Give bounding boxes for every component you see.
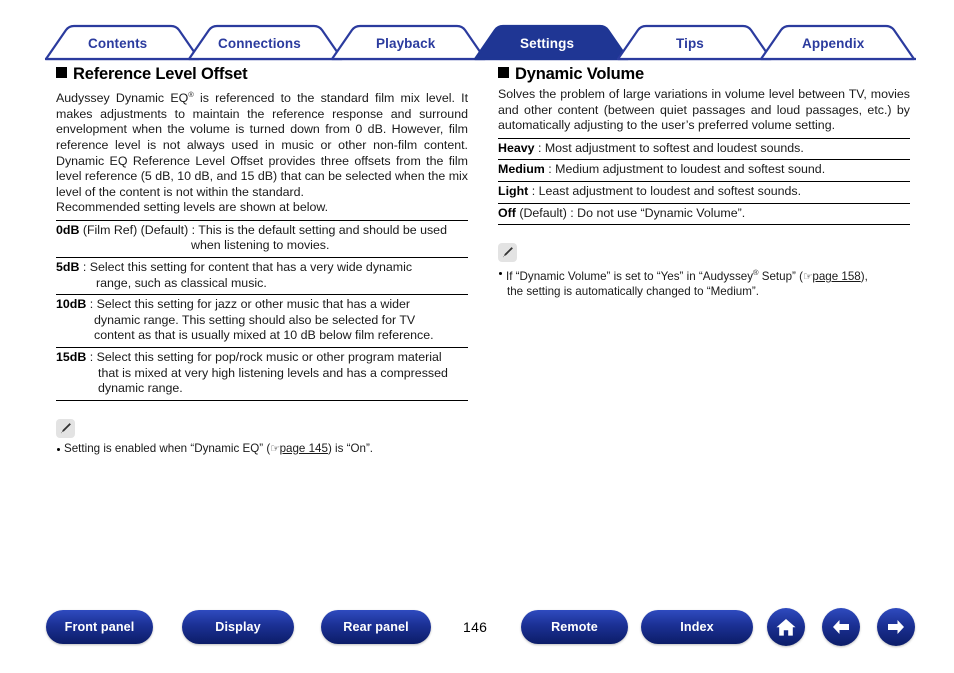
tab-label-contents[interactable]: Contents	[88, 36, 147, 51]
definition-row: 15dB : Select this setting for pop/rock …	[56, 347, 468, 401]
bottom-nav-bar: Front panel Display Rear panel 146 Remot…	[0, 606, 954, 654]
definition-row: Heavy : Most adjustment to softest and l…	[498, 137, 910, 160]
left-intro-main: Audyssey Dynamic EQ	[56, 91, 189, 106]
term-off: Off	[498, 205, 516, 220]
page-number: 146	[463, 619, 488, 635]
left-column: Reference Level Offset Audyssey Dynamic …	[56, 64, 468, 456]
bullet-icon	[499, 272, 502, 276]
term-heavy-desc: : Most adjustment to softest and loudest…	[534, 140, 804, 155]
definition-row: 10dB : Select this setting for jazz or o…	[56, 294, 468, 347]
term-medium: Medium	[498, 162, 545, 177]
bullet-icon	[57, 447, 60, 451]
tab-label-connections[interactable]: Connections	[218, 36, 301, 51]
left-note-line: Setting is enabled when “Dynamic EQ” (☞p…	[56, 442, 468, 457]
term-heavy: Heavy	[498, 140, 535, 155]
left-definition-list: 0dB (Film Ref) (Default) : This is the d…	[56, 219, 468, 401]
tab-bar: Contents Connections Playback Settings T…	[0, 0, 954, 62]
left-intro-lastline: Recommended setting levels are shown at …	[56, 200, 329, 215]
front-panel-button[interactable]: Front panel	[46, 610, 153, 644]
pencil-icon	[498, 243, 517, 263]
term-5db: 5dB	[56, 260, 80, 275]
left-intro-paragraph: Audyssey Dynamic EQ® is referenced to th…	[56, 87, 468, 216]
left-intro-rest: is referenced to the standard film mix l…	[56, 91, 469, 199]
tab-label-settings[interactable]: Settings	[520, 36, 574, 51]
remote-button[interactable]: Remote	[521, 610, 628, 644]
term-0db-line2: when listening to movies.	[191, 238, 330, 253]
term-0db-line1: (Film Ref) (Default) : This is the defau…	[79, 222, 447, 237]
term-off-desc: (Default) : Do not use “Dynamic Volume”.	[515, 205, 746, 220]
right-note-text: If “Dynamic Volume” is set to “Yes” in “…	[506, 266, 868, 284]
square-bullet-icon	[56, 67, 67, 78]
index-button[interactable]: Index	[641, 610, 753, 644]
pointing-hand-icon: ☞	[270, 442, 280, 455]
display-button[interactable]: Display	[182, 610, 294, 644]
term-15db: 15dB	[56, 350, 87, 365]
pencil-icon	[56, 418, 75, 438]
definition-row: 5dB : Select this setting for content th…	[56, 257, 468, 294]
term-15db-line2: that is mixed at very high listening lev…	[98, 365, 448, 380]
next-page-button[interactable]	[877, 608, 915, 646]
left-note-block: Setting is enabled when “Dynamic EQ” (☞p…	[56, 418, 468, 457]
definition-row: Medium : Medium adjustment to loudest an…	[498, 159, 910, 181]
right-heading-text: Dynamic Volume	[515, 65, 644, 83]
definition-row: Light : Least adjustment to loudest and …	[498, 180, 910, 203]
square-bullet-icon	[498, 67, 509, 78]
term-medium-desc: : Medium adjustment to loudest and softe…	[544, 162, 826, 177]
definition-row: Off (Default) : Do not use “Dynamic Volu…	[498, 202, 910, 226]
left-note-text: Setting is enabled when “Dynamic EQ” (☞p…	[64, 442, 373, 457]
right-note-line: If “Dynamic Volume” is set to “Yes” in “…	[498, 266, 910, 284]
page-link-145[interactable]: page 145	[280, 442, 328, 455]
tab-bar-shapes	[44, 24, 916, 61]
right-note-before: If “Dynamic Volume” is set to “Yes” in “…	[506, 270, 753, 284]
pointing-hand-icon: ☞	[803, 271, 813, 284]
rear-panel-button[interactable]: Rear panel	[321, 610, 431, 644]
tab-label-tips[interactable]: Tips	[676, 36, 704, 51]
left-section-heading: Reference Level Offset	[56, 64, 468, 84]
term-0db: 0dB	[56, 222, 80, 237]
term-15db-line3: dynamic range.	[98, 381, 183, 396]
previous-page-button[interactable]	[822, 608, 860, 646]
term-5db-line1: : Select this setting for content that h…	[79, 260, 413, 275]
definition-row: 0dB (Film Ref) (Default) : This is the d…	[56, 219, 468, 257]
right-note-line2: the setting is automatically changed to …	[507, 284, 759, 298]
arrow-right-icon	[888, 620, 904, 634]
tab-label-appendix[interactable]: Appendix	[802, 36, 864, 51]
right-note-mid: Setup” (	[758, 270, 803, 284]
right-note-block: If “Dynamic Volume” is set to “Yes” in “…	[498, 243, 910, 299]
left-heading-text: Reference Level Offset	[73, 65, 248, 83]
home-icon	[776, 618, 796, 636]
term-5db-line2: range, such as classical music.	[96, 275, 267, 290]
right-note-after: ),	[860, 270, 868, 284]
home-button[interactable]	[767, 608, 805, 646]
right-intro-paragraph: Solves the problem of large variations i…	[498, 87, 910, 133]
term-10db-line3: content as that is usually mixed at 10 d…	[94, 328, 434, 343]
term-10db-line2: dynamic range. This setting should also …	[94, 312, 416, 327]
term-10db: 10dB	[56, 297, 87, 312]
term-15db-line1: : Select this setting for pop/rock music…	[86, 350, 442, 365]
arrow-left-icon	[833, 620, 849, 634]
term-10db-line1: : Select this setting for jazz or other …	[86, 297, 410, 312]
term-light: Light	[498, 183, 529, 198]
right-column: Dynamic Volume Solves the problem of lar…	[498, 64, 910, 299]
right-section-heading: Dynamic Volume	[498, 64, 910, 84]
left-note-before: Setting is enabled when “Dynamic EQ” (	[64, 441, 271, 455]
term-light-desc: : Least adjustment to loudest and softes…	[528, 183, 802, 198]
page-link-158[interactable]: page 158	[812, 270, 860, 283]
left-note-after: ) is “On”.	[327, 441, 374, 455]
right-definition-list: Heavy : Most adjustment to softest and l…	[498, 137, 910, 226]
tab-label-playback[interactable]: Playback	[376, 36, 435, 51]
